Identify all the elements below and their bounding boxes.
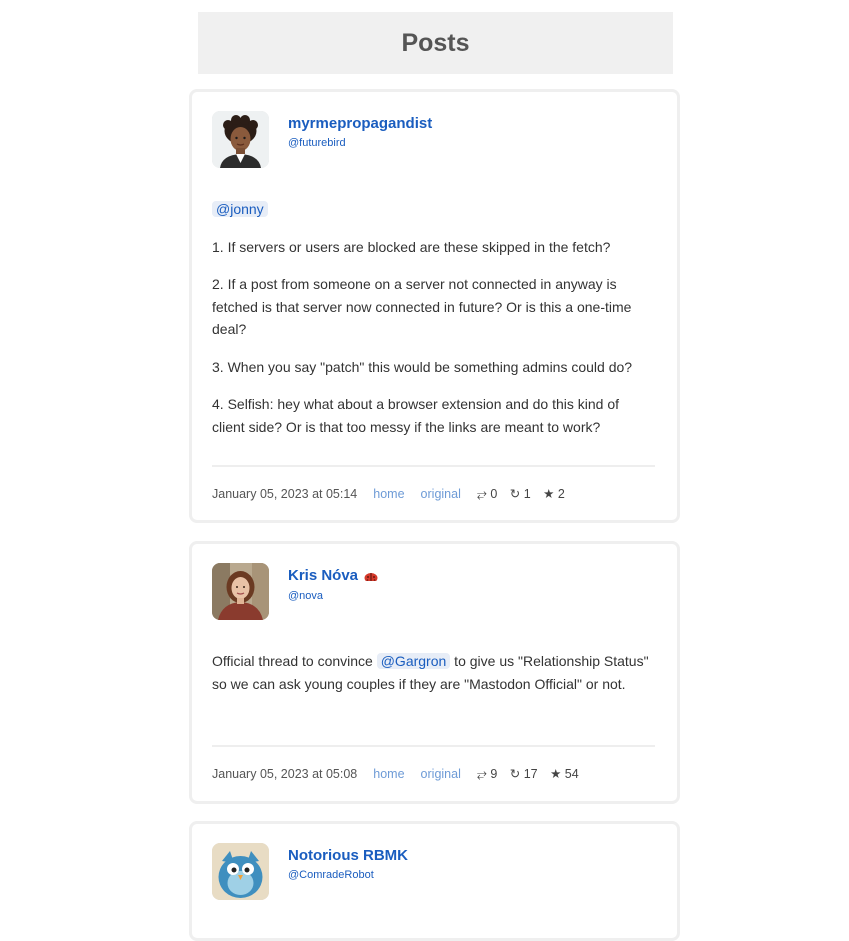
author-handle[interactable]: @ComradeRobot [288,869,408,881]
post-date: January 05, 2023 at 05:14 [212,487,358,501]
post-paragraph: 3. When you say "patch" this would be so… [212,358,633,375]
post-date: January 05, 2023 at 05:08 [212,767,358,781]
post-content: @jonny 1. If servers or users are blocke… [212,198,655,453]
replies-count: ⥂ 0 [476,487,498,501]
boosts-count: ↻ 17 [509,767,538,781]
post-meta: January 05, 2023 at 05:14 home original … [212,486,574,502]
avatar-illustration-icon [212,111,269,168]
favourites-count: ★ 2 [543,487,565,501]
author-display-name[interactable]: Kris Nóva [288,567,378,585]
avatar[interactable] [212,111,269,168]
ladybug-icon [364,568,378,585]
author-handle[interactable]: @nova [288,590,378,602]
boosts-count: ↻ 1 [509,487,531,501]
post-card: Kris Nóva @nova Official thread to convi… [189,541,680,804]
author-display-name[interactable]: myrmepropagandist [288,115,432,132]
author-display-name[interactable]: Notorious RBMK [288,847,408,864]
avatar-cartoon-bird-icon [212,843,269,900]
post-stats: ⥂ 9 ↻ 17 ★ 54 [477,766,588,782]
author-handle[interactable]: @futurebird [288,137,432,149]
avatar[interactable] [212,843,269,900]
post-author: myrmepropagandist @futurebird [212,111,432,168]
post-paragraph: 1. If servers or users are blocked are t… [212,238,611,255]
avatar-photo-icon [212,563,269,620]
original-link[interactable]: original [421,767,461,781]
home-link[interactable]: home [373,767,404,781]
replies-count: ⥂ 9 [476,767,498,781]
post-text: Official thread to convince [212,653,377,669]
post-paragraph: 2. If a post from someone on a server no… [212,276,632,337]
post-meta: January 05, 2023 at 05:08 home original … [212,766,588,782]
mention-link[interactable]: @Gargron [376,653,451,669]
home-link[interactable]: home [373,487,404,501]
post-card: myrmepropagandist @futurebird @jonny 1. … [189,89,680,523]
favourites-count: ★ 54 [550,767,579,781]
post-paragraph: 4. Selfish: hey what about a browser ext… [212,396,620,435]
page-title: Posts [401,28,470,57]
post-author: Kris Nóva @nova [212,563,378,620]
post-stats: ⥂ 0 ↻ 1 ★ 2 [477,486,574,502]
post-content: Official thread to convince @Gargron to … [212,650,655,710]
post-author: Notorious RBMK @ComradeRobot [212,843,408,900]
post-divider [212,745,655,747]
post-card: Notorious RBMK @ComradeRobot [189,821,680,941]
mention-link[interactable]: @jonny [212,201,268,217]
avatar[interactable] [212,563,269,620]
original-link[interactable]: original [421,487,461,501]
post-divider [212,465,655,467]
page-header: Posts [198,12,673,74]
